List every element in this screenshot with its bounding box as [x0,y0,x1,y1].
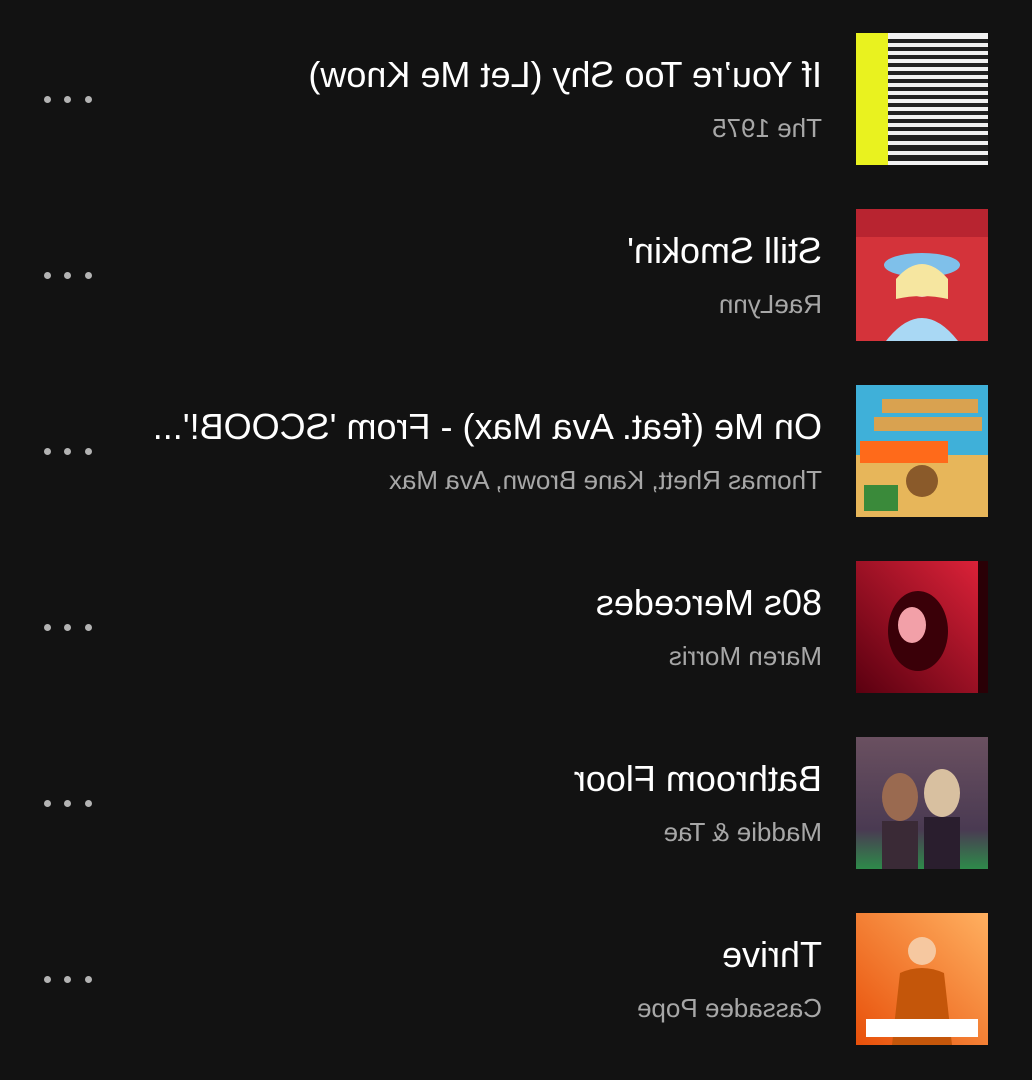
track-row[interactable]: On Me (feat. Ava Max) - From 'SCOOB!'...… [0,352,1032,528]
album-cover [856,737,988,869]
track-title: Thrive [721,934,822,975]
track-artist[interactable]: Thomas Rhett, Kane Brown, Ava Max [389,464,822,496]
more-horizontal-icon[interactable] [44,616,92,638]
track-row[interactable]: If You’re Too Shy (Let Me Know) The 1975 [0,0,1032,176]
more-horizontal-icon[interactable] [44,968,92,990]
track-title: Bathroom Floor [573,758,822,799]
album-cover [856,33,988,165]
album-cover [856,913,988,1045]
album-cover [856,209,988,341]
track-artist[interactable]: The 1975 [712,112,822,144]
track-artist[interactable]: Cassadee Pope [637,992,822,1024]
track-artist[interactable]: Maren Morris [669,640,822,672]
more-horizontal-icon[interactable] [44,264,92,286]
track-artist[interactable]: RaeLynn [719,288,822,320]
track-row[interactable]: Bathroom Floor Maddie & Tae [0,704,1032,880]
more-horizontal-icon[interactable] [44,88,92,110]
more-horizontal-icon[interactable] [44,792,92,814]
track-title: 80s Mercedes [595,582,822,623]
more-horizontal-icon[interactable] [44,440,92,462]
track-list: If You’re Too Shy (Let Me Know) The 1975… [0,0,1032,1080]
track-title: On Me (feat. Ava Max) - From 'SCOOB!'... [152,406,822,447]
track-row[interactable]: Thrive Cassadee Pope [0,880,1032,1056]
track-row[interactable]: 80s Mercedes Maren Morris [0,528,1032,704]
track-artist[interactable]: Maddie & Tae [663,816,822,848]
album-cover [856,385,988,517]
album-cover [856,561,988,693]
track-title: Still Smokin' [627,230,822,271]
track-title: If You’re Too Shy (Let Me Know) [308,54,822,95]
track-row[interactable]: Still Smokin' RaeLynn [0,176,1032,352]
